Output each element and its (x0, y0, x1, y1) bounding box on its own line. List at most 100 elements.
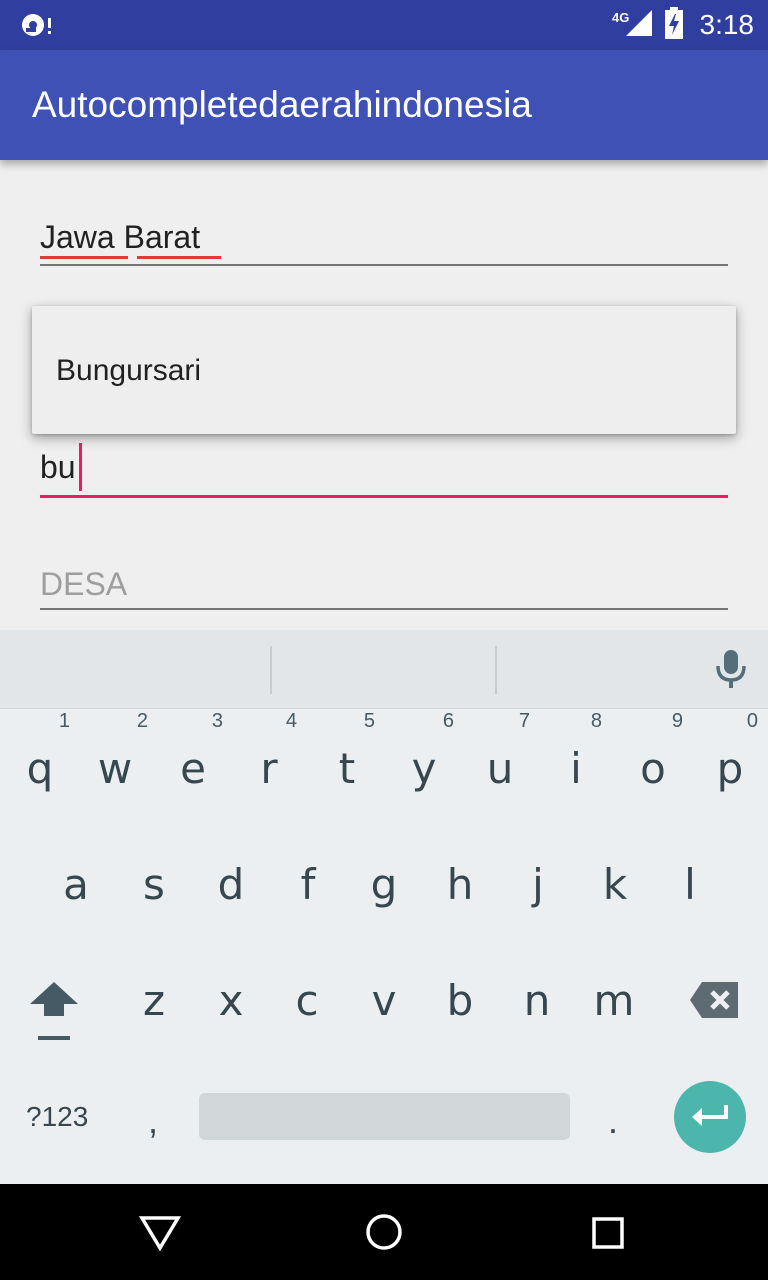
strip-divider (270, 646, 272, 694)
key-m[interactable]: m (592, 976, 636, 1025)
key-d[interactable]: d (215, 860, 247, 909)
key-j[interactable]: j (526, 860, 550, 909)
spellcheck-underline (40, 256, 128, 259)
enter-button[interactable] (674, 1081, 746, 1153)
key-hint: 3 (211, 710, 223, 732)
key-a[interactable]: a (60, 860, 92, 909)
notification-icon (18, 10, 54, 45)
city-underline (40, 495, 728, 498)
key-k[interactable]: k (599, 860, 631, 909)
key-hint: 5 (363, 710, 375, 732)
key-label: u (486, 744, 514, 793)
province-field[interactable]: Jawa Barat (40, 215, 728, 269)
navigation-bar (0, 1184, 768, 1280)
key-label: z (142, 976, 166, 1025)
key-e[interactable]: e3 (177, 710, 223, 793)
key-hint: 0 (746, 710, 758, 732)
key-q[interactable]: q1 (24, 710, 70, 793)
key-label: a (63, 860, 89, 909)
key-hint: 1 (58, 710, 70, 732)
home-icon[interactable] (364, 1212, 404, 1257)
key-y[interactable]: y6 (408, 710, 454, 793)
space-bar[interactable] (199, 1093, 570, 1140)
key-label: b (446, 976, 474, 1025)
key-c[interactable]: c (291, 976, 323, 1025)
key-u[interactable]: u7 (484, 710, 530, 793)
key-label: e (180, 744, 206, 793)
village-placeholder: DESA (40, 566, 128, 602)
key-i[interactable]: i8 (564, 710, 602, 793)
symbols-key[interactable]: ?123 (26, 1101, 88, 1133)
key-label: i (570, 744, 582, 793)
key-label: c (295, 976, 319, 1025)
suggestion-item[interactable]: Bungursari (56, 354, 201, 388)
key-hint: 8 (590, 710, 602, 732)
key-h[interactable]: h (444, 860, 476, 909)
text-cursor (79, 443, 82, 491)
status-time: 3:18 (699, 9, 755, 40)
recents-icon[interactable] (590, 1215, 626, 1256)
key-hint: 9 (671, 710, 683, 732)
key-p[interactable]: p0 (714, 710, 758, 793)
key-label: h (446, 860, 474, 909)
mic-icon[interactable] (714, 648, 748, 695)
key-label: x (218, 976, 244, 1025)
key-s[interactable]: s (138, 860, 170, 909)
enter-icon (690, 1103, 730, 1136)
back-icon[interactable] (138, 1214, 182, 1257)
key-hint: 4 (285, 710, 297, 732)
key-g[interactable]: g (368, 860, 400, 909)
key-label: l (684, 860, 696, 909)
key-label: m (593, 976, 635, 1025)
key-label: g (370, 860, 398, 909)
autocomplete-dropdown: Bungursari (32, 306, 736, 434)
village-input[interactable]: DESA (40, 562, 728, 614)
key-label: n (523, 976, 551, 1025)
key-label: d (217, 860, 245, 909)
spellcheck-underline (137, 256, 221, 259)
key-o[interactable]: o9 (637, 710, 683, 793)
city-input-text: bu (40, 449, 76, 485)
key-f[interactable]: f (294, 860, 322, 909)
key-r[interactable]: r4 (255, 710, 297, 793)
comma-key[interactable]: , (148, 1100, 158, 1142)
period-key[interactable]: . (608, 1100, 618, 1142)
battery-charging-icon (664, 6, 684, 44)
key-label: w (97, 744, 133, 793)
app-bar: Autocompletedaerahindonesia (0, 50, 768, 160)
city-input[interactable]: bu (40, 445, 728, 501)
key-label: j (532, 860, 544, 909)
province-underline (40, 264, 728, 266)
key-z[interactable]: z (138, 976, 170, 1025)
key-label: s (143, 860, 165, 909)
signal-icon (624, 8, 654, 43)
key-t[interactable]: t5 (333, 710, 375, 793)
key-label: o (640, 744, 666, 793)
key-label: r (260, 744, 278, 793)
soft-keyboard: q1 w2 e3 r4 t5 y6 u7 i8 o9 p0 a s d f g … (0, 630, 768, 1184)
status-bar: 4G 3:18 (0, 0, 768, 50)
key-label: y (411, 744, 437, 793)
key-label: k (602, 860, 628, 909)
key-n[interactable]: n (521, 976, 553, 1025)
key-hint: 2 (136, 710, 148, 732)
shift-icon[interactable] (28, 978, 80, 1044)
key-b[interactable]: b (444, 976, 476, 1025)
strip-divider (495, 646, 497, 694)
suggestion-strip (0, 630, 768, 709)
backspace-icon[interactable] (688, 980, 740, 1020)
app-title: Autocompletedaerahindonesia (32, 84, 532, 125)
key-label: p (716, 744, 744, 793)
province-input-text: Jawa Barat (40, 219, 201, 255)
key-v[interactable]: v (368, 976, 400, 1025)
key-w[interactable]: w2 (96, 710, 148, 793)
key-x[interactable]: x (215, 976, 247, 1025)
key-label: t (338, 744, 356, 793)
key-label: q (26, 744, 54, 793)
village-underline (40, 608, 728, 610)
key-hint: 7 (518, 710, 530, 732)
key-label: v (371, 976, 397, 1025)
key-hint: 6 (442, 710, 454, 732)
key-label: f (300, 860, 316, 909)
key-l[interactable]: l (678, 860, 702, 909)
